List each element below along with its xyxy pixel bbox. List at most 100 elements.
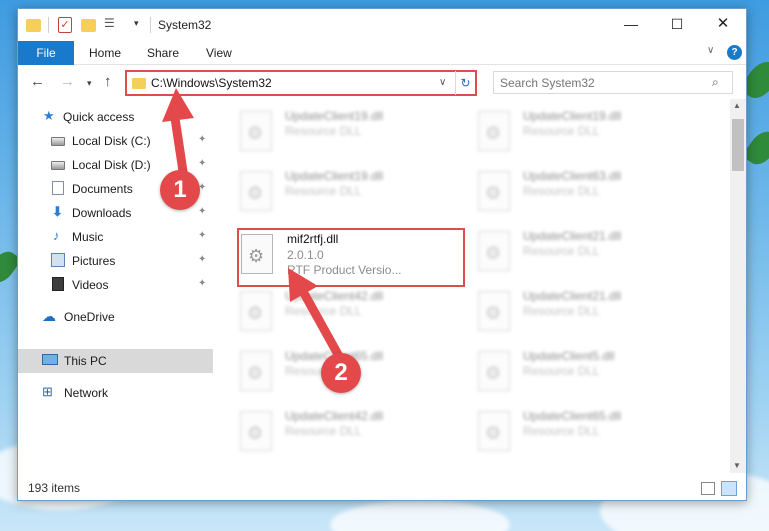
file-description: RTF Product Versio... xyxy=(287,263,402,277)
file-tile[interactable]: ⚙ UpdateClient63.dll Resource DLL xyxy=(456,161,686,217)
tab-view[interactable]: View xyxy=(206,41,232,65)
star-icon: ★ xyxy=(43,108,55,123)
minimize-button[interactable]: — xyxy=(608,9,654,41)
file-name: mif2rtfj.dll xyxy=(287,232,339,246)
forward-button[interactable]: → xyxy=(60,73,75,90)
address-dropdown-icon[interactable]: ∨ xyxy=(439,77,446,88)
sidebar-item-quick-access[interactable]: ★ Quick access xyxy=(18,105,213,129)
ribbon-tabs: File Home Share View ∨ ? xyxy=(18,41,746,65)
sidebar-item-label: Local Disk (C:) xyxy=(72,134,151,148)
pin-icon: ✦ xyxy=(198,254,207,265)
address-bar[interactable]: C:\Windows\System32 ∨ ↻ xyxy=(125,70,477,96)
up-button[interactable]: ↑ xyxy=(104,73,112,90)
file-description: Resource DLL xyxy=(523,244,600,258)
tiles-view-icon[interactable] xyxy=(721,481,737,496)
file-list: ⚙ UpdateClient19.dll Resource DLL ⚙ Upda… xyxy=(218,99,730,473)
search-input[interactable] xyxy=(500,76,700,90)
file-tile[interactable]: ⚙ UpdateClient19.dll Resource DLL xyxy=(218,161,448,217)
dll-file-icon: ⚙ xyxy=(478,231,510,271)
file-name: UpdateClient19.dll xyxy=(523,109,622,123)
quick-access-dropdown-icon[interactable]: ▾ xyxy=(134,18,139,34)
document-icon xyxy=(52,181,64,195)
sidebar-item-onedrive[interactable]: ☁ OneDrive xyxy=(18,305,213,329)
scroll-down-icon[interactable]: ▼ xyxy=(733,461,741,470)
pin-icon: ✦ xyxy=(198,206,207,217)
sidebar-item-pictures[interactable]: Pictures ✦ xyxy=(18,249,213,273)
file-name: UpdateClient65.dll xyxy=(523,409,622,423)
sidebar-item-videos[interactable]: Videos ✦ xyxy=(18,273,213,297)
scroll-up-icon[interactable]: ▲ xyxy=(733,101,741,110)
file-description: Resource DLL xyxy=(285,424,362,438)
dll-file-icon: ⚙ xyxy=(478,291,510,331)
back-button[interactable]: ← xyxy=(30,73,45,90)
dll-file-icon: ⚙ xyxy=(240,291,272,331)
recent-locations-button[interactable]: ▾ xyxy=(87,78,92,89)
sidebar-item-music[interactable]: ♪ Music ✦ xyxy=(18,225,213,249)
address-path[interactable]: C:\Windows\System32 xyxy=(151,76,272,90)
navigation-pane: ★ Quick access Local Disk (C:) ✦ Local D… xyxy=(18,99,213,475)
vertical-scrollbar[interactable]: ▲ ▼ xyxy=(730,99,746,473)
file-tile[interactable]: ⚙ UpdateClient21.dll Resource DLL xyxy=(456,221,686,277)
status-bar: 193 items xyxy=(18,477,746,501)
sidebar-item-network[interactable]: ⊞ Network xyxy=(18,381,213,405)
file-tile[interactable]: ⚙ UpdateClient5.dll Resource DLL xyxy=(456,341,686,397)
sidebar-item-label: Music xyxy=(72,230,104,244)
title-bar: ✓ ☰ ▾ System32 — ☐ ✕ xyxy=(18,9,746,41)
file-tile[interactable]: ⚙ UpdateClient65.dll Resource DLL xyxy=(456,401,686,457)
tab-file[interactable]: File xyxy=(18,41,74,65)
window-title: System32 xyxy=(158,18,212,32)
step-badge-1: 1 xyxy=(160,170,200,210)
sidebar-item-this-pc[interactable]: This PC xyxy=(18,349,213,373)
sidebar-item-label: This PC xyxy=(64,354,107,368)
sidebar-item-local-disk-c[interactable]: Local Disk (C:) ✦ xyxy=(18,129,213,153)
scrollbar-thumb[interactable] xyxy=(732,119,744,171)
refresh-button[interactable]: ↻ xyxy=(455,71,475,95)
pin-icon: ✦ xyxy=(198,134,207,145)
dll-file-icon: ⚙ xyxy=(478,111,510,151)
properties-check-icon[interactable]: ✓ xyxy=(58,17,72,33)
customize-list-icon[interactable]: ☰ xyxy=(104,16,118,32)
sidebar-item-label: Videos xyxy=(72,278,109,292)
search-box[interactable]: ⌕ xyxy=(493,71,733,94)
pictures-icon xyxy=(51,253,65,267)
sidebar-item-label: Network xyxy=(64,386,109,400)
dll-file-icon: ⚙ xyxy=(240,411,272,451)
computer-icon xyxy=(42,354,58,365)
file-description: Resource DLL xyxy=(285,304,362,318)
tab-share[interactable]: Share xyxy=(147,41,179,65)
file-tile[interactable]: ⚙ UpdateClient42.dll Resource DLL xyxy=(218,281,448,337)
step-badge-2: 2 xyxy=(321,353,361,393)
sidebar-item-label: OneDrive xyxy=(64,310,115,324)
maximize-button[interactable]: ☐ xyxy=(654,9,700,41)
dll-file-icon: ⚙ xyxy=(478,171,510,211)
sidebar-item-label: Pictures xyxy=(72,254,116,268)
file-tile-mif2rtfj-dll[interactable]: ⚙ mif2rtfj.dll 2.0.1.0 RTF Product Versi… xyxy=(237,228,465,287)
new-folder-icon[interactable] xyxy=(81,19,96,32)
file-name: UpdateClient5.dll xyxy=(523,349,615,363)
music-icon: ♪ xyxy=(53,228,60,243)
file-name: UpdateClient21.dll xyxy=(523,229,622,243)
file-name: UpdateClient19.dll xyxy=(285,169,384,183)
help-icon[interactable]: ? xyxy=(727,45,742,60)
file-tile[interactable]: ⚙ UpdateClient21.dll Resource DLL xyxy=(456,281,686,337)
dll-file-icon: ⚙ xyxy=(240,171,272,211)
file-tile[interactable]: ⚙ UpdateClient42.dll Resource DLL xyxy=(218,401,448,457)
expand-ribbon-icon[interactable]: ∨ xyxy=(707,45,714,56)
file-tile[interactable]: ⚙ UpdateClient19.dll Resource DLL xyxy=(218,101,448,157)
dll-file-icon: ⚙ xyxy=(478,351,510,391)
close-button[interactable]: ✕ xyxy=(700,9,746,41)
navigation-bar: ← → ▾ ↑ C:\Windows\System32 ∨ ↻ ⌕ xyxy=(18,67,746,99)
cloud-icon: ☁ xyxy=(42,308,56,324)
download-icon: ⬇ xyxy=(52,204,63,219)
details-view-icon[interactable] xyxy=(701,482,715,495)
dll-file-icon: ⚙ xyxy=(478,411,510,451)
pin-icon: ✦ xyxy=(198,158,207,169)
item-count: 193 items xyxy=(28,481,81,495)
file-description: Resource DLL xyxy=(523,304,600,318)
file-name: UpdateClient42.dll xyxy=(285,409,384,423)
folder-icon xyxy=(26,19,41,32)
file-tile[interactable]: ⚙ UpdateClient19.dll Resource DLL xyxy=(456,101,686,157)
search-icon[interactable]: ⌕ xyxy=(712,75,719,90)
tab-home[interactable]: Home xyxy=(89,41,121,65)
network-icon: ⊞ xyxy=(42,384,53,399)
